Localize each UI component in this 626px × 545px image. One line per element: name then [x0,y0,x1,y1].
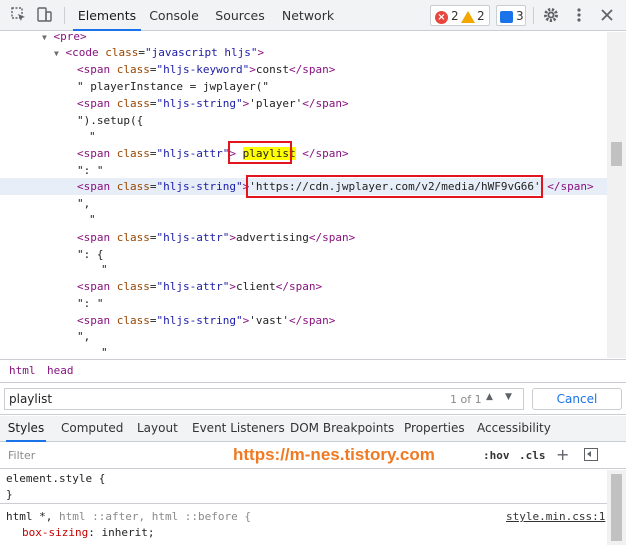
tree-node-span[interactable]: <span class="hljs-keyword">const</span> [77,61,335,78]
css-property-value: : inherit; [88,526,155,539]
text-node[interactable]: ": " [77,162,104,179]
new-rule-icon[interactable]: + [556,445,569,464]
styles-scrollbar-thumb[interactable] [611,474,622,541]
expand-triangle-icon[interactable]: ▼ [54,49,59,58]
tab-network[interactable]: Network [278,0,338,31]
tree-node-span[interactable]: <span class="hljs-attr">client</span> [77,278,322,295]
more-options-icon[interactable] [570,6,588,24]
gear-icon[interactable] [542,6,560,24]
annotation-box-url [246,175,543,198]
node-text: const [255,63,289,76]
tree-scrollbar-thumb[interactable] [611,142,622,166]
tab-console[interactable]: Console [144,0,204,31]
styles-scrollbar[interactable] [607,470,626,545]
errors-value: 2 [451,9,459,23]
issues-badge[interactable]: × 2 2 [430,5,490,26]
text-node[interactable]: " [89,211,96,228]
messages-badge[interactable]: 3 [496,5,526,26]
sidebar-tabs: Styles Computed Layout Event Listeners D… [0,416,626,442]
css-declaration[interactable]: box-sizing: inherit; [22,526,154,539]
cls-toggle[interactable]: .cls [519,449,546,462]
tag-name: code [72,46,99,59]
text-node[interactable]: ": " [77,295,104,312]
css-property-name: box-sizing [22,526,89,539]
node-text: advertising [235,231,309,244]
tree-scrollbar[interactable] [607,32,626,358]
attr-value: "hljs-attr" [156,147,230,160]
breadcrumb-item-head[interactable]: head [47,364,74,377]
devtools-toolbar: Elements Console Sources Network × 2 2 3 [0,0,626,31]
tree-node-span[interactable]: <span class="hljs-string">'player'</span… [77,95,349,112]
tree-node-span[interactable]: <span class="hljs-attr">advertising</spa… [77,229,355,246]
attr-value: "hljs-string" [156,180,243,193]
breadcrumb: html head [0,359,626,383]
tab-elements[interactable]: Elements [73,0,141,31]
inspect-element-icon[interactable] [10,6,28,24]
tab-properties[interactable]: Properties [404,416,465,442]
attr-value: "hljs-attr" [156,231,230,244]
warnings-value: 2 [477,9,485,23]
tree-node-span[interactable]: <span class="hljs-string">'vast'</span> [77,312,335,329]
warning-icon [461,11,475,23]
node-text: 'player' [249,97,303,110]
expand-triangle-icon[interactable]: ▼ [42,33,47,42]
text-node[interactable]: ", [77,195,90,212]
text-node[interactable]: ": { [77,246,104,263]
text-node[interactable]: " playerInstance = jwplayer(" [77,78,269,95]
watermark-text: https://m-nes.tistory.com [233,445,435,464]
search-input[interactable] [4,388,524,410]
attr-value: "hljs-keyword" [156,63,250,76]
styles-pane: element.style { } html *, html ::after, … [0,470,607,545]
tree-node-span[interactable]: <span class="hljs-attr"> playlist </span… [77,145,349,162]
attr-value: "hljs-string" [156,314,243,327]
chevron-down-icon[interactable]: ▼ [505,392,512,402]
element-style-rule[interactable]: element.style { [6,472,105,485]
stylesheet-source-link[interactable]: style.min.css:1 [506,510,605,523]
annotation-box-playlist [228,141,292,164]
text-node[interactable]: " [101,261,108,278]
message-icon [500,11,513,23]
tab-event-listeners[interactable]: Event Listeners [192,416,285,442]
tab-computed[interactable]: Computed [61,416,123,442]
hov-toggle[interactable]: :hov [483,449,510,462]
tab-sources[interactable]: Sources [210,0,270,31]
close-icon[interactable] [598,6,616,24]
tag-text: <pre> [53,32,87,43]
text-node[interactable]: ", [77,328,90,345]
messages-value: 3 [516,9,524,23]
attr-name: class [105,46,139,59]
text-node[interactable]: ").setup({ [77,112,143,129]
tab-styles[interactable]: Styles [6,416,46,442]
toolbar-divider [64,7,65,24]
selector-match: html *, [6,510,53,523]
dom-tree: ▼ <pre> ▼ <code class="javascript hljs">… [0,32,607,358]
error-icon: × [435,11,448,24]
selector-nonmatch: html ::after, html ::before { [52,510,252,523]
attr-value: "hljs-string" [156,97,243,110]
text-node[interactable]: " [101,344,108,358]
rule-close-brace: } [6,488,13,501]
toolbar-divider [533,7,534,24]
breadcrumb-item-html[interactable]: html [9,364,36,377]
tab-layout[interactable]: Layout [137,416,178,442]
chevron-up-icon[interactable]: ▲ [486,392,493,402]
attr-value: "javascript hljs" [144,46,258,59]
search-match-count: 1 of 1 [450,393,482,406]
rule-divider [0,503,607,504]
tab-dom-breakpoints[interactable]: DOM Breakpoints [290,416,394,442]
text-node[interactable]: " [89,128,96,145]
tree-node-code[interactable]: ▼ <code class="javascript hljs"> [54,44,264,61]
node-text: client [235,280,276,293]
filter-input[interactable]: Filter [8,449,35,462]
node-text: 'vast' [249,314,289,327]
rule-selector[interactable]: html *, html ::after, html ::before { [6,510,251,523]
cancel-button[interactable]: Cancel [532,388,622,410]
styles-filter-bar: Filter https://m-nes.tistory.com :hov .c… [0,443,626,469]
toggle-sidebar-icon[interactable] [584,448,598,461]
tab-accessibility[interactable]: Accessibility [477,416,551,442]
device-toolbar-icon[interactable] [35,6,53,24]
attr-value: "hljs-attr" [156,280,230,293]
search-bar: 1 of 1 ▲ ▼ Cancel [0,384,626,415]
